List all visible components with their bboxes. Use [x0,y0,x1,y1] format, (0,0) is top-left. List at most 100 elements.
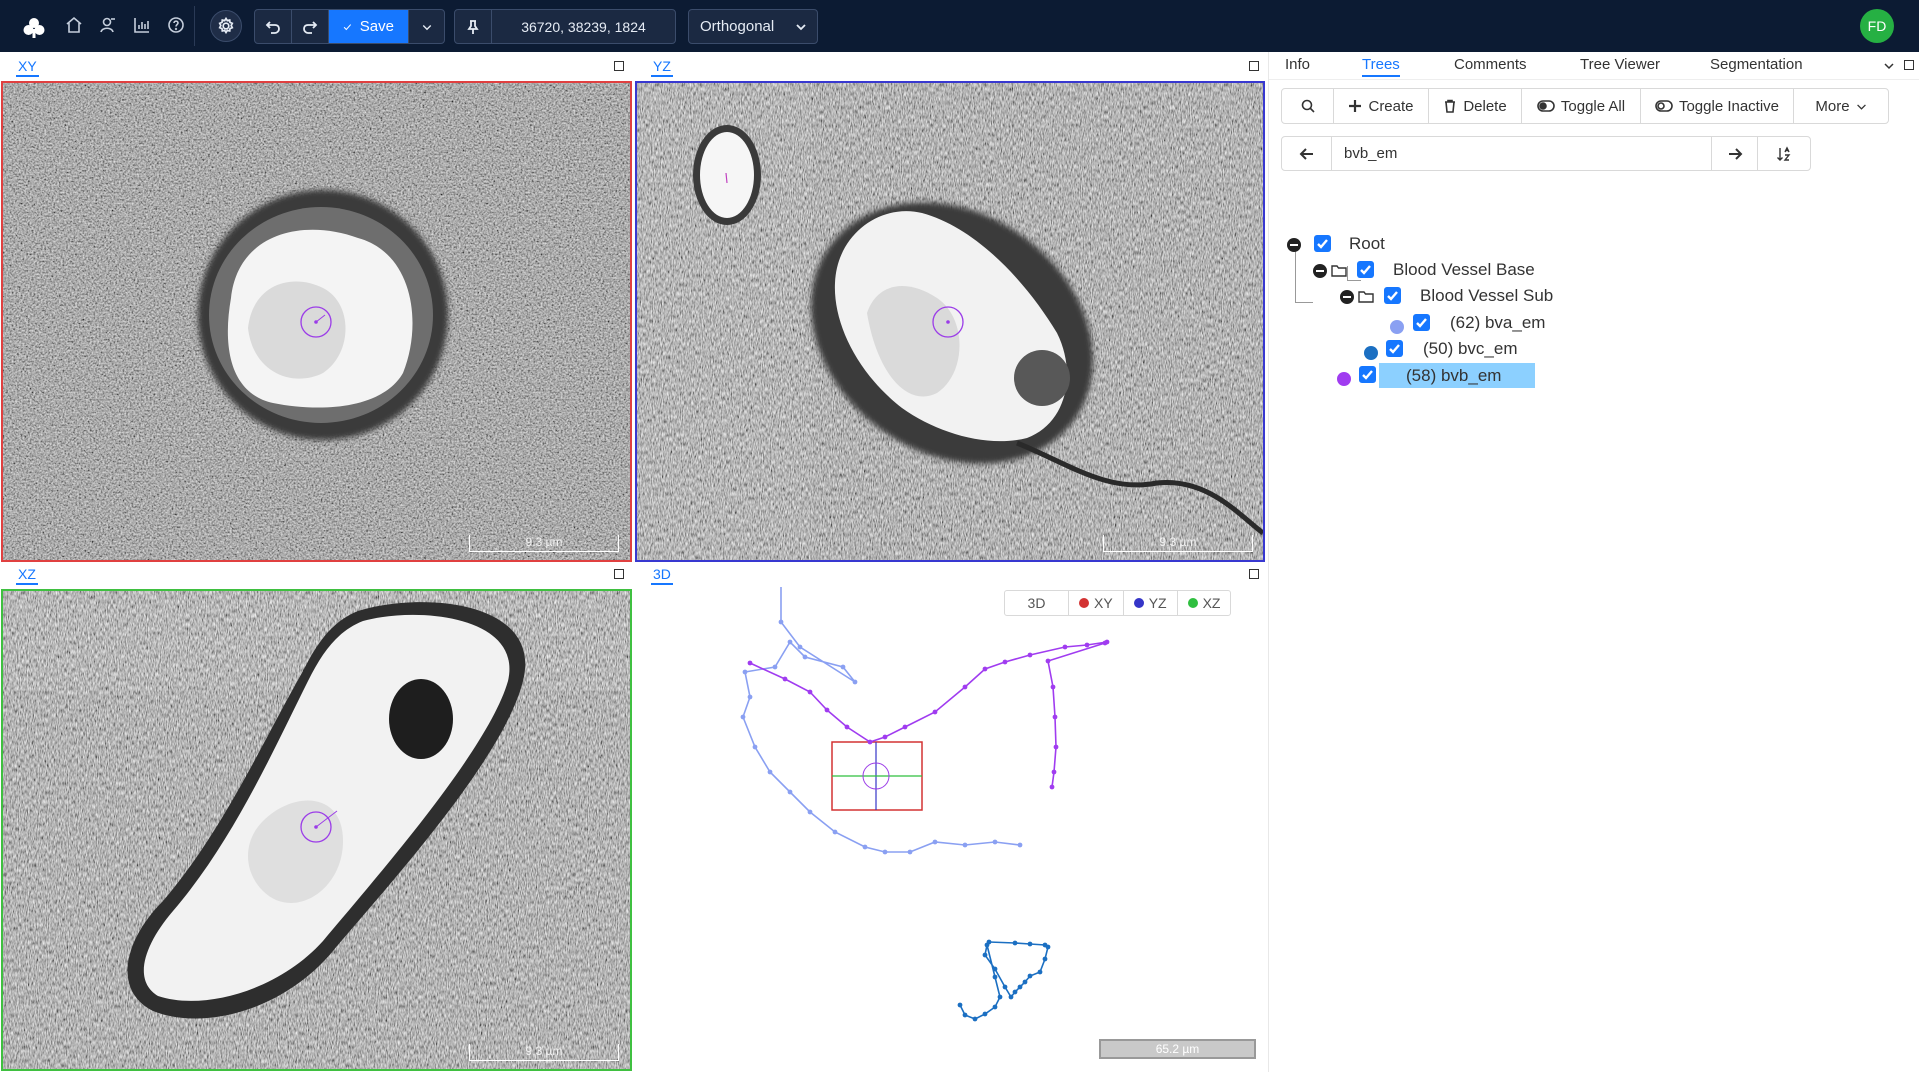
tab-segmentation[interactable]: Segmentation [1710,56,1803,73]
toggle-off-icon [1655,100,1673,112]
skeleton-node [1102,640,1108,646]
td-viewport-tab[interactable]: 3D [651,566,673,585]
search-button[interactable] [1282,89,1334,123]
tree-item-bva[interactable]: (62) bva_em [1450,312,1545,334]
skeleton-node [807,809,813,815]
collapse-root-icon[interactable] [1287,238,1301,252]
next-match-button[interactable] [1712,137,1758,170]
legend-3d-button[interactable]: 3D [1005,591,1069,615]
chevron-down-icon [422,24,431,30]
skeleton-node [747,660,753,666]
save-button[interactable]: Save [329,10,409,43]
checkbox-tree-bva[interactable] [1413,314,1430,331]
tree-item-bvc[interactable]: (50) bvc_em [1423,338,1517,360]
more-label: More [1815,97,1850,115]
skeleton-node [844,724,850,730]
pin-position-button[interactable] [455,10,492,43]
skeleton-node [962,1012,968,1018]
legend-3d-label: 3D [1027,595,1046,611]
skeleton-node [907,849,913,855]
checkbox-group-sub[interactable] [1384,287,1401,304]
skeleton-node [1045,944,1051,950]
maximize-icon[interactable] [1904,60,1914,70]
delete-tree-button[interactable]: Delete [1429,89,1522,123]
tab-comments[interactable]: Comments [1454,56,1527,73]
skeleton-node [787,789,793,795]
collapse-group-base-icon[interactable] [1313,264,1327,278]
plus-icon [1349,100,1362,112]
more-dropdown-button[interactable]: More [1794,89,1888,123]
tree-color-dot-icon [1337,372,1351,386]
statistics-icon[interactable] [133,16,151,34]
chevron-down-icon [796,24,806,31]
tabs-dropdown-icon[interactable] [1884,62,1894,70]
tab-info[interactable]: Info [1285,56,1310,73]
xy-viewport-tab[interactable]: XY [16,58,39,77]
xy-viewport[interactable]: 9.3 µm [1,81,632,562]
undo-icon [265,20,280,34]
skeleton-node [1017,842,1023,848]
skeleton-node [832,829,838,835]
skeleton-node [1042,956,1048,962]
skeleton-node [992,966,998,972]
tree-search-input[interactable] [1332,137,1712,170]
tree-item-bvb-selected[interactable]: (58) bvb_em [1379,363,1535,388]
tree-node-blood-vessel-base[interactable]: Blood Vessel Base [1393,259,1535,281]
maximize-icon[interactable] [614,61,624,71]
checkbox-group-base[interactable] [1357,261,1374,278]
xz-viewport-header: XZ [0,562,634,585]
help-icon[interactable] [167,16,185,34]
yz-viewport[interactable]: 9.3 µm [635,81,1265,562]
skeleton-node [807,689,813,695]
tab-tree-viewer[interactable]: Tree Viewer [1580,56,1660,73]
xz-viewport-tab[interactable]: XZ [16,566,38,585]
tree-node-root[interactable]: Root [1349,233,1385,255]
settings-button[interactable] [210,10,242,42]
toggle-all-button[interactable]: Toggle All [1522,89,1641,123]
skeleton-node [982,952,988,958]
skeleton-node [797,644,803,650]
td-view-legend: 3D XY YZ XZ [1004,590,1232,616]
tab-trees[interactable]: Trees [1362,56,1400,77]
checkbox-tree-bvc[interactable] [1386,340,1403,357]
legend-xy-button[interactable]: XY [1069,591,1124,615]
skeleton-node [962,842,968,848]
legend-xz-button[interactable]: XZ [1178,591,1231,615]
position-input[interactable]: 36720, 38239, 1824 [492,10,675,43]
skeleton-node [902,724,908,730]
maximize-icon[interactable] [1249,569,1259,579]
tree-node-blood-vessel-sub[interactable]: Blood Vessel Sub [1420,285,1553,307]
previous-match-button[interactable] [1282,137,1332,170]
collapse-group-sub-icon[interactable] [1340,290,1354,304]
view-mode-value: Orthogonal [700,18,775,35]
xy-em-image [3,83,630,560]
undo-button[interactable] [255,10,292,43]
right-panel: Info Trees Comments Tree Viewer Segmenta… [1268,52,1919,1072]
view-mode-select[interactable]: Orthogonal [688,9,818,44]
save-options-dropdown[interactable] [409,10,444,43]
skeleton-node [740,714,746,720]
toggle-inactive-button[interactable]: Toggle Inactive [1641,89,1794,123]
delete-label: Delete [1463,97,1507,115]
home-icon[interactable] [65,16,83,34]
redo-button[interactable] [292,10,329,43]
xz-viewport[interactable]: 9.3 µm [1,589,632,1071]
skeleton-node [840,664,846,670]
app-logo-icon[interactable] [22,16,46,40]
user-avatar[interactable]: FD [1860,9,1894,43]
create-tree-button[interactable]: Create [1334,89,1429,123]
checkbox-root[interactable] [1314,235,1331,252]
skeleton-node [1012,989,1018,995]
skeleton-node [802,654,808,660]
sort-button[interactable] [1758,137,1810,170]
xz-em-image [3,591,630,1069]
legend-yz-button[interactable]: YZ [1124,591,1178,615]
maximize-icon[interactable] [614,569,624,579]
yz-viewport-tab[interactable]: YZ [651,58,673,77]
user-icon[interactable] [99,16,117,34]
maximize-icon[interactable] [1249,61,1259,71]
create-label: Create [1368,97,1414,115]
folder-icon [1331,263,1347,282]
td-viewport[interactable] [635,587,1265,1070]
checkbox-tree-bvb[interactable] [1359,366,1376,383]
